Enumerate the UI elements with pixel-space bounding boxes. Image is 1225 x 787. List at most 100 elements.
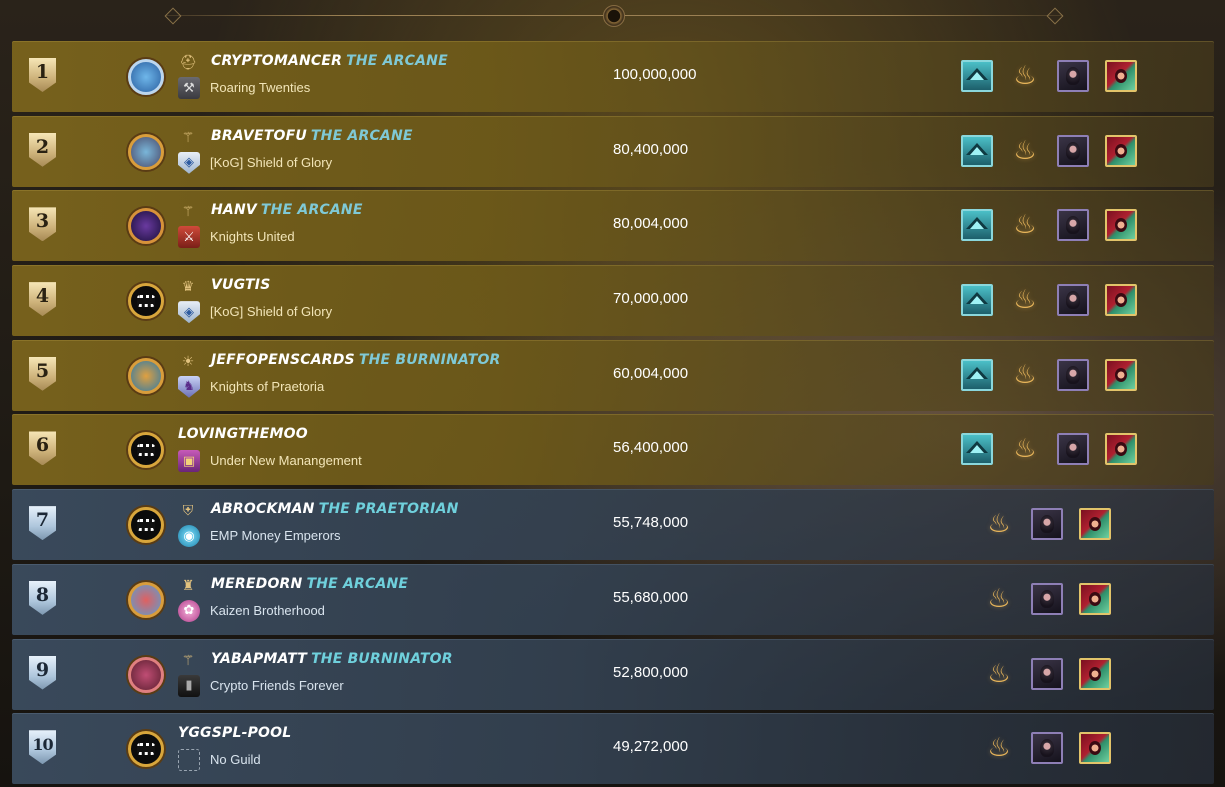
player-avatar[interactable] xyxy=(128,507,164,544)
reward-flame-icon[interactable]: ♨ xyxy=(1009,209,1041,241)
leaderboard-row[interactable]: 3 ⚚ HANV THE ARCANE ⚔ Knights United 80,004,00… xyxy=(12,190,1214,262)
reward-dark-card-icon[interactable] xyxy=(1057,134,1089,167)
reward-red-card-icon[interactable] xyxy=(1105,358,1137,391)
guild-name[interactable]: No Guild xyxy=(210,752,261,767)
reward-flame-icon[interactable]: ♨ xyxy=(1009,433,1041,465)
player-name[interactable]: MEREDORN xyxy=(211,576,302,592)
leaderboard-row[interactable]: 2 ⚚ BRAVETOFU THE ARCANE ◈ [KoG] Shield of Gl… xyxy=(12,115,1214,187)
guild-name[interactable]: [KoG] Shield of Glory xyxy=(210,155,332,170)
guild-name[interactable]: Under New Manangement xyxy=(210,453,362,468)
avatar-face-icon xyxy=(135,215,157,237)
reward-dark-card-icon[interactable] xyxy=(1057,433,1089,466)
reward-flame-icon[interactable]: ♨ xyxy=(1009,359,1041,391)
player-name-line[interactable]: CRYPTOMANCER THE ARCANE xyxy=(211,53,448,69)
reward-flame-icon[interactable]: ♨ xyxy=(983,732,1015,764)
reward-chest-icon[interactable] xyxy=(961,134,993,167)
leaderboard-row[interactable]: 6 LOVINGTHEMOO ▣ Under New Manangement 56,40… xyxy=(12,414,1214,486)
guild-name[interactable]: Roaring Twenties xyxy=(210,80,310,95)
player-name[interactable]: YGGSPL-POOL xyxy=(178,725,291,741)
reward-dark-card-icon[interactable] xyxy=(1057,358,1089,391)
reward-red-card-icon[interactable] xyxy=(1105,60,1137,92)
reward-list: ♨ xyxy=(961,284,1137,317)
reward-dark-card-icon[interactable] xyxy=(1057,209,1089,242)
reward-dark-card-icon[interactable] xyxy=(1031,582,1063,615)
guild-name[interactable]: Kaizen Brotherhood xyxy=(210,603,325,618)
reward-red-card-icon[interactable] xyxy=(1105,284,1137,317)
reward-chest-icon[interactable] xyxy=(961,284,993,317)
player-avatar[interactable] xyxy=(128,133,164,170)
player-name-line[interactable]: YABAPMATT THE BURNINATOR xyxy=(211,651,453,667)
reward-red-card-icon[interactable] xyxy=(1079,508,1111,541)
player-avatar[interactable] xyxy=(128,432,164,469)
player-score: 56,400,000 xyxy=(613,439,689,457)
player-avatar[interactable] xyxy=(128,59,164,95)
reward-red-card-icon[interactable] xyxy=(1105,433,1137,466)
leaderboard-row[interactable]: 5 ☀ JEFFOPENSCARDS THE BURNINATOR ♞ Knights o… xyxy=(12,339,1214,411)
guild-crest-icon: ◈ xyxy=(178,151,200,174)
player-name-line[interactable]: LOVINGTHEMOO xyxy=(178,426,308,442)
leaderboard-row[interactable]: 9 ⚚ YABAPMATT THE BURNINATOR ▮ Crypto Friends… xyxy=(12,638,1214,710)
guild-name[interactable]: Knights of Praetoria xyxy=(210,379,324,394)
player-name[interactable]: BRAVETOFU xyxy=(211,128,307,144)
player-name[interactable]: CRYPTOMANCER xyxy=(211,53,342,69)
leaderboard-row[interactable]: 1 ⛑ CRYPTOMANCER THE ARCANE ⚒ Roaring Twentie… xyxy=(12,41,1214,112)
player-name-line[interactable]: VUGTIS xyxy=(211,277,271,293)
reward-chest-icon[interactable] xyxy=(961,60,993,92)
reward-red-card-icon[interactable] xyxy=(1105,209,1137,242)
reward-flame-icon[interactable]: ♨ xyxy=(1009,60,1041,92)
avatar-face-icon xyxy=(135,66,157,88)
player-avatar[interactable] xyxy=(128,283,164,320)
reward-dark-card-icon[interactable] xyxy=(1031,657,1063,690)
reward-chest-icon[interactable] xyxy=(961,209,993,242)
reward-red-card-icon[interactable] xyxy=(1105,134,1137,167)
player-name-line[interactable]: ABROCKMAN THE PRAETORIAN xyxy=(211,501,459,517)
player-name[interactable]: JEFFOPENSCARDS xyxy=(211,352,355,368)
leaderboard-row[interactable]: 7 ⛨ ABROCKMAN THE PRAETORIAN ◉ EMP Money Empe… xyxy=(12,489,1214,561)
guild-name[interactable]: Knights United xyxy=(210,229,295,244)
reward-flame-icon[interactable]: ♨ xyxy=(1009,135,1041,167)
player-avatar[interactable] xyxy=(128,208,164,245)
player-avatar[interactable] xyxy=(128,581,164,618)
player-name-line[interactable]: HANV THE ARCANE xyxy=(211,202,363,218)
guild-crest-icon: ▣ xyxy=(178,450,200,473)
reward-chest-icon[interactable] xyxy=(961,433,993,466)
reward-dark-card-icon[interactable] xyxy=(1031,508,1063,541)
leaderboard-row[interactable]: 10 YGGSPL-POOL No Guild 49,272,000 ♨ xyxy=(12,713,1214,785)
reward-flame-icon[interactable]: ♨ xyxy=(1009,284,1041,316)
leaderboard-row[interactable]: 8 ♜ MEREDORN THE ARCANE ✿ Kaizen Brotherhood 5… xyxy=(12,563,1214,635)
player-avatar[interactable] xyxy=(128,731,164,768)
player-name[interactable]: ABROCKMAN xyxy=(211,501,315,517)
reward-dark-card-icon[interactable] xyxy=(1057,60,1089,92)
avatar-face-icon xyxy=(137,295,155,308)
player-name-line[interactable]: MEREDORN THE ARCANE xyxy=(211,576,408,592)
reward-flame-icon[interactable]: ♨ xyxy=(983,583,1015,615)
player-name[interactable]: LOVINGTHEMOO xyxy=(178,426,308,442)
reward-red-card-icon[interactable] xyxy=(1079,657,1111,690)
player-name-line[interactable]: BRAVETOFU THE ARCANE xyxy=(211,128,413,144)
reward-list: ♨ xyxy=(983,732,1111,765)
leaderboard-row[interactable]: 4 ♛ VUGTIS ◈ [KoG] Shield of Glory 70,000,000… xyxy=(12,265,1214,337)
reward-flame-icon[interactable]: ♨ xyxy=(983,508,1015,540)
guild-name[interactable]: Crypto Friends Forever xyxy=(210,678,344,693)
helmet-icon: ⛑ xyxy=(179,55,197,71)
guild-name[interactable]: EMP Money Emperors xyxy=(210,528,341,543)
reward-dark-card-icon[interactable] xyxy=(1031,732,1063,765)
reward-flame-icon[interactable]: ♨ xyxy=(983,658,1015,690)
reward-dark-card-icon[interactable] xyxy=(1057,284,1089,317)
avatar-face-icon xyxy=(135,141,157,163)
rank-badge: 6 xyxy=(29,431,56,466)
guild-name[interactable]: [KoG] Shield of Glory xyxy=(210,304,332,319)
player-avatar[interactable] xyxy=(128,656,164,693)
rank-badge: 3 xyxy=(29,207,56,242)
player-name-line[interactable]: JEFFOPENSCARDS THE BURNINATOR xyxy=(211,352,501,368)
player-title: THE ARCANE xyxy=(346,53,448,69)
reward-chest-icon[interactable] xyxy=(961,358,993,391)
player-avatar[interactable] xyxy=(128,357,164,394)
player-score: 55,680,000 xyxy=(613,588,689,606)
player-name[interactable]: YABAPMATT xyxy=(211,651,307,667)
reward-red-card-icon[interactable] xyxy=(1079,582,1111,615)
player-name[interactable]: VUGTIS xyxy=(211,277,271,293)
player-name[interactable]: HANV xyxy=(211,202,257,218)
reward-red-card-icon[interactable] xyxy=(1079,732,1111,765)
player-name-line[interactable]: YGGSPL-POOL xyxy=(178,725,291,741)
